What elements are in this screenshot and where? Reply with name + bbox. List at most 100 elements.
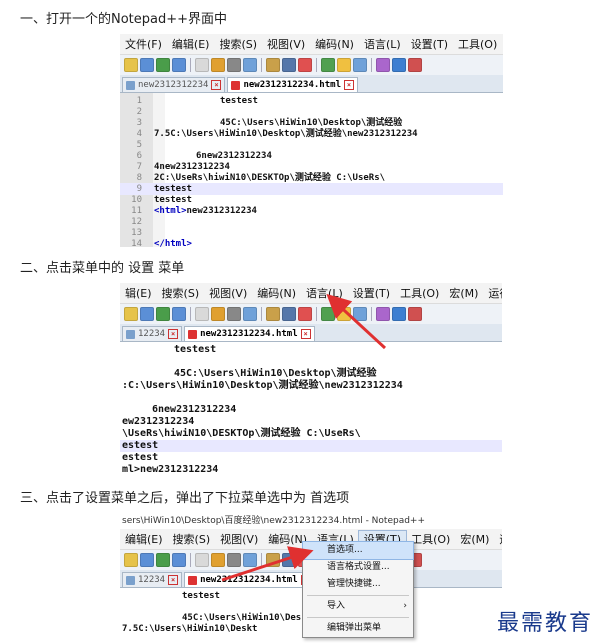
toolbar-button-icon[interactable] bbox=[195, 307, 209, 321]
tab-label: 12234 bbox=[138, 575, 166, 585]
toolbar-button-icon[interactable] bbox=[195, 553, 209, 567]
menu-item[interactable]: 运行(R) bbox=[494, 531, 502, 547]
close-icon[interactable]: × bbox=[300, 329, 311, 339]
toolbar-button-icon[interactable] bbox=[266, 58, 280, 72]
toolbar-button-icon[interactable] bbox=[195, 58, 209, 72]
menu-item[interactable]: 工具(O) bbox=[395, 285, 444, 301]
menu-item[interactable]: 工具(O) bbox=[453, 36, 502, 52]
toolbar-button-icon[interactable] bbox=[408, 58, 422, 72]
toolbar-button-icon[interactable] bbox=[243, 307, 257, 321]
menu-item[interactable]: 编码(N) bbox=[252, 285, 301, 301]
editor-area[interactable]: 1 testest 2 3 45C:\Users\HiWin10\Desktop\测试经… bbox=[120, 93, 503, 247]
menu-item[interactable]: 视图(V) bbox=[215, 531, 263, 547]
toolbar-button-icon[interactable] bbox=[140, 307, 154, 321]
toolbar-button-icon[interactable] bbox=[156, 58, 170, 72]
toolbar-button-icon[interactable] bbox=[124, 307, 138, 321]
menu-item[interactable]: 语言(L) bbox=[359, 36, 406, 52]
toolbar-button-icon[interactable] bbox=[172, 58, 186, 72]
menu-separator bbox=[307, 617, 409, 618]
editor-area[interactable]: testest 45C:\Users\HiWin10\Desktop\测试经验:C… bbox=[120, 342, 502, 473]
toolbar-button-icon[interactable] bbox=[266, 307, 280, 321]
toolbar bbox=[120, 54, 503, 75]
menu-item[interactable]: 设置(T) bbox=[348, 285, 395, 301]
file-tab[interactable]: new2312312234.html× bbox=[184, 572, 315, 587]
toolbar-button-icon[interactable] bbox=[243, 58, 257, 72]
close-icon[interactable]: × bbox=[168, 329, 179, 339]
menu-item[interactable]: 编码(N) bbox=[310, 36, 359, 52]
toolbar-button-icon[interactable] bbox=[211, 553, 225, 567]
toolbar-button-icon[interactable] bbox=[124, 553, 138, 567]
menu-item[interactable]: 设置(T) bbox=[406, 36, 453, 52]
menu-item[interactable]: 语言(L) bbox=[301, 285, 348, 301]
toolbar-separator bbox=[190, 58, 191, 72]
toolbar-button-icon[interactable] bbox=[376, 307, 390, 321]
menu-item[interactable]: 宏(M) bbox=[444, 285, 483, 301]
toolbar-button-icon[interactable] bbox=[211, 58, 225, 72]
step-1-title: 一、打开一个的Notepad++界面中 bbox=[20, 12, 228, 27]
dropdown-item[interactable]: 导入 › bbox=[303, 598, 413, 615]
toolbar-button-icon[interactable] bbox=[172, 307, 186, 321]
code-line: \UseRs\hiwiN10\DESKTOp\测试经验 C:\UseRs\ bbox=[120, 428, 502, 440]
toolbar-button-icon[interactable] bbox=[282, 553, 296, 567]
toolbar-button-icon[interactable] bbox=[392, 58, 406, 72]
menu-item[interactable]: 视图(V) bbox=[262, 36, 310, 52]
toolbar-button-icon[interactable] bbox=[266, 553, 280, 567]
file-icon bbox=[126, 329, 135, 339]
dropdown-item[interactable]: 编辑弹出菜单 bbox=[303, 620, 413, 637]
toolbar-button-icon[interactable] bbox=[140, 58, 154, 72]
file-tab[interactable]: 12234 × bbox=[122, 326, 183, 341]
toolbar-button-icon[interactable] bbox=[353, 58, 367, 72]
toolbar-button-icon[interactable] bbox=[376, 58, 390, 72]
window-title: sers\HiWin10\Desktop\百度经验\new2312312234.… bbox=[120, 513, 502, 529]
file-tab[interactable]: new2312312234.html× bbox=[227, 77, 358, 92]
toolbar-button-icon[interactable] bbox=[282, 58, 296, 72]
toolbar-button-icon[interactable] bbox=[337, 58, 351, 72]
close-icon[interactable]: × bbox=[344, 80, 354, 90]
toolbar-button-icon[interactable] bbox=[172, 553, 186, 567]
dropdown-item-label: 导入 bbox=[327, 601, 346, 611]
toolbar-button-icon[interactable] bbox=[321, 58, 335, 72]
menu-item[interactable]: 编辑(E) bbox=[167, 36, 215, 52]
menu-item[interactable]: 搜索(S) bbox=[214, 36, 262, 52]
toolbar-button-icon[interactable] bbox=[298, 307, 312, 321]
toolbar-button-icon[interactable] bbox=[156, 307, 170, 321]
close-icon[interactable]: × bbox=[211, 80, 222, 90]
toolbar-button-icon[interactable] bbox=[353, 307, 367, 321]
menu-item[interactable]: 搜索(S) bbox=[168, 531, 216, 547]
toolbar-button-icon[interactable] bbox=[337, 307, 351, 321]
code-line: :C:\Users\HiWin10\Desktop\测试经验\new231231… bbox=[120, 380, 502, 392]
dropdown-item[interactable]: 首选项... bbox=[302, 541, 414, 560]
toolbar-button-icon[interactable] bbox=[140, 553, 154, 567]
menu-item[interactable]: 搜索(S) bbox=[157, 285, 205, 301]
toolbar-button-icon[interactable] bbox=[392, 307, 406, 321]
menu-item[interactable]: 宏(M) bbox=[455, 531, 494, 547]
toolbar-button-icon[interactable] bbox=[298, 58, 312, 72]
file-tab[interactable]: new2312312234 × bbox=[122, 77, 226, 92]
toolbar-button-icon[interactable] bbox=[408, 307, 422, 321]
menu-item[interactable]: 视图(V) bbox=[204, 285, 252, 301]
toolbar-button-icon[interactable] bbox=[227, 553, 241, 567]
toolbar-button-icon[interactable] bbox=[156, 553, 170, 567]
toolbar-button-icon[interactable] bbox=[243, 553, 257, 567]
toolbar-button-icon[interactable] bbox=[321, 307, 335, 321]
tab-label: new2312312234.html bbox=[200, 329, 298, 339]
dropdown-item[interactable]: 语言格式设置... bbox=[303, 559, 413, 576]
menu-bar: 辑(E)搜索(S)视图(V)编码(N)语言(L)设置(T)工具(O)宏(M)运行… bbox=[120, 283, 502, 303]
menu-item[interactable]: 文件(F) bbox=[120, 36, 167, 52]
toolbar-button-icon[interactable] bbox=[124, 58, 138, 72]
toolbar-button-icon[interactable] bbox=[227, 58, 241, 72]
menu-item[interactable]: 编辑(E) bbox=[120, 531, 168, 547]
menu-item[interactable]: 宏(M) bbox=[502, 36, 503, 52]
toolbar-button-icon[interactable] bbox=[211, 307, 225, 321]
file-tab[interactable]: new2312312234.html× bbox=[184, 326, 315, 341]
menu-item[interactable]: 运行(R) bbox=[483, 285, 502, 301]
toolbar-button-icon[interactable] bbox=[227, 307, 241, 321]
dropdown-item[interactable]: 管理快捷键... bbox=[303, 576, 413, 593]
toolbar-separator bbox=[316, 58, 317, 72]
notepad-screenshot-1: 文件(F) 编辑(E) 搜索(S) 视图(V) 编码(N) 语言(L) 设置(T) 工具(O)… bbox=[120, 34, 503, 247]
close-icon[interactable]: × bbox=[168, 575, 179, 585]
menu-item[interactable]: 辑(E) bbox=[120, 285, 157, 301]
file-tab[interactable]: 12234 × bbox=[122, 572, 183, 587]
tab-label: new2312312234 bbox=[138, 80, 209, 90]
toolbar-button-icon[interactable] bbox=[282, 307, 296, 321]
